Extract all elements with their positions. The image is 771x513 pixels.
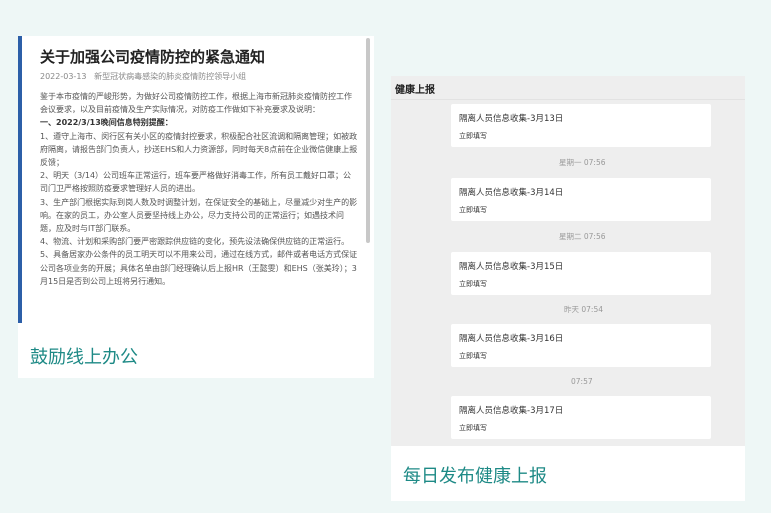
notice-scrollbar[interactable] (366, 38, 370, 243)
health-report-title: 健康上报 (395, 85, 435, 96)
notice-screenshot: 关于加强公司疫情防控的紧急通知 2022-03-13 新型冠状病毒感染的肺炎疫情… (18, 36, 374, 323)
health-report-header: 健康上报 (391, 76, 745, 100)
message-timestamp: 昨天 07:54 (564, 305, 603, 314)
right-caption: 每日发布健康上报 (403, 466, 547, 487)
fill-now-link[interactable]: 立即填写 (459, 279, 487, 289)
notice-intro: 鉴于本市疫情的严峻形势，为做好公司疫情防控工作，根据上海市新冠肺炎疫情防控工作会… (40, 92, 352, 115)
message-card[interactable]: 隔离人员信息收集-3月17日 立即填写 (451, 396, 711, 439)
notice-body: 鉴于本市疫情的严峻形势，为做好公司疫情防控工作，根据上海市新冠肺炎疫情防控工作会… (40, 90, 358, 288)
right-feature-card: 健康上报 隔离人员信息收集-3月13日 立即填写 星期一 07:56 隔离人员信… (391, 76, 745, 501)
message-title: 隔离人员信息收集-3月15日 (459, 262, 564, 272)
left-feature-card: 关于加强公司疫情防控的紧急通知 2022-03-13 新型冠状病毒感染的肺炎疫情… (18, 36, 374, 378)
fill-now-link[interactable]: 立即填写 (459, 423, 487, 433)
notice-item: 1、遵守上海市、闵行区有关小区的疫情封控要求，积极配合社区流调和隔离管理；如被政… (40, 131, 358, 168)
message-title: 隔离人员信息收集-3月16日 (459, 334, 564, 344)
message-timestamp: 星期二 07:56 (559, 232, 606, 241)
notice-accent-bar (18, 36, 22, 323)
notice-title: 关于加强公司疫情防控的紧急通知 (40, 48, 266, 66)
notice-item: 3、生产部门根据实际到岗人数及时调整计划，在保证安全的基础上，尽量减少对生产的影… (40, 197, 358, 234)
message-timestamp: 07:57 (571, 377, 593, 386)
message-card[interactable]: 隔离人员信息收集-3月14日 立即填写 (451, 178, 711, 221)
message-card[interactable]: 隔离人员信息收集-3月15日 立即填写 (451, 252, 711, 295)
fill-now-link[interactable]: 立即填写 (459, 131, 487, 141)
notice-source: 新型冠状病毒感染的肺炎疫情防控领导小组 (94, 72, 247, 81)
health-report-screenshot: 健康上报 隔离人员信息收集-3月13日 立即填写 星期一 07:56 隔离人员信… (391, 76, 745, 446)
left-caption: 鼓励线上办公 (30, 347, 138, 368)
message-card[interactable]: 隔离人员信息收集-3月13日 立即填写 (451, 104, 711, 147)
message-title: 隔离人员信息收集-3月14日 (459, 188, 564, 198)
message-timestamp: 星期一 07:56 (559, 158, 606, 167)
fill-now-link[interactable]: 立即填写 (459, 351, 487, 361)
notice-meta: 2022-03-13 新型冠状病毒感染的肺炎疫情防控领导小组 (40, 71, 246, 82)
notice-item: 4、物流、计划和采购部门要严密跟踪供应链的变化，预先设法确保供应链的正常运行。 (40, 237, 350, 247)
message-card[interactable]: 隔离人员信息收集-3月16日 立即填写 (451, 324, 711, 367)
message-title: 隔离人员信息收集-3月17日 (459, 406, 564, 416)
notice-date: 2022-03-13 (40, 72, 87, 81)
notice-item: 5、具备居家办公条件的员工明天可以不用来公司，通过在线方式，邮件或者电话方式保证… (40, 250, 358, 286)
message-title: 隔离人员信息收集-3月13日 (459, 114, 564, 124)
fill-now-link[interactable]: 立即填写 (459, 205, 487, 215)
notice-item: 2、明天（3/14）公司班车正常运行，班车要严格做好消毒工作，所有员工戴好口罩；… (40, 171, 352, 194)
notice-section-heading: 一、2022/3/13晚间信息特别提醒： (40, 118, 173, 128)
